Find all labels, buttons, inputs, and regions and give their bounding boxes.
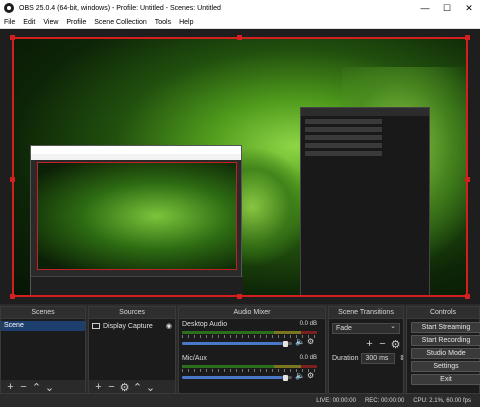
title-bar: OBS 25.0.4 (64-bit, windows) - Profile: … [0, 0, 480, 16]
transitions-body: Fade + − ⚙ Duration 300 ms ⇕ [329, 319, 405, 394]
monitor-icon [92, 323, 100, 329]
resize-handle[interactable] [237, 35, 242, 40]
scene-item[interactable]: Scene [1, 321, 85, 331]
transitions-title: Scene Transitions [329, 307, 403, 319]
visibility-eye-icon[interactable]: ◉ [166, 322, 172, 330]
window-title: OBS 25.0.4 (64-bit, windows) - Profile: … [19, 4, 221, 12]
resize-handle[interactable] [10, 177, 15, 182]
preview-canvas[interactable] [12, 37, 468, 297]
menu-file[interactable]: File [0, 19, 19, 26]
maximize-button[interactable]: ☐ [436, 0, 458, 16]
rec-timer: REC: 00:00:00 [364, 397, 405, 404]
channel-db: 0.0 dB [299, 321, 317, 327]
explorer-row [305, 135, 382, 140]
scenes-toolbar: + − ⌃ ⌄ [1, 380, 85, 394]
obs-logo-icon [4, 3, 14, 13]
mixer-title: Audio Mixer [179, 307, 325, 319]
resize-handle[interactable] [465, 177, 470, 182]
add-transition-button[interactable]: + [363, 338, 376, 350]
scenes-list: Scene [1, 319, 85, 380]
sources-toolbar: + − ⚙ ⌃ ⌄ [89, 380, 175, 394]
mixer-channel-desktop-audio: Desktop Audio 0.0 dB 🔈 ⚙ [179, 319, 325, 353]
volume-slider-knob[interactable] [283, 341, 288, 347]
resize-handle[interactable] [237, 294, 242, 299]
transition-buttons: + − ⚙ [363, 338, 402, 351]
remove-source-button[interactable]: − [105, 381, 118, 393]
move-down-icon[interactable]: ⌄ [43, 381, 56, 394]
dock-area: Scenes Scene + − ⌃ ⌄ Sources Display Cap… [0, 304, 480, 407]
explorer-title-bar [301, 108, 429, 116]
scene-transitions-dock: Scene Transitions Fade + − ⚙ Duration 30… [328, 306, 405, 395]
volume-slider-fill[interactable] [182, 376, 282, 379]
close-button[interactable]: ✕ [458, 0, 480, 16]
menu-scene-collection[interactable]: Scene Collection [90, 19, 151, 26]
volume-slider-knob[interactable] [283, 375, 288, 381]
remove-transition-button[interactable]: − [376, 338, 389, 350]
duration-label: Duration [332, 354, 359, 362]
menu-tools[interactable]: Tools [151, 19, 175, 26]
volume-meter [182, 331, 317, 334]
duration-input[interactable]: 300 ms [361, 352, 396, 364]
menu-edit[interactable]: Edit [19, 19, 39, 26]
add-source-button[interactable]: + [92, 381, 105, 393]
start-recording-button[interactable]: Start Recording [411, 335, 480, 346]
explorer-row [305, 127, 382, 132]
menu-bar: File Edit View Profile Scene Collection … [0, 16, 480, 29]
nested-preview [37, 162, 237, 270]
start-streaming-button[interactable]: Start Streaming [411, 322, 480, 333]
sources-dock: Sources Display Capture ◉ + − ⚙ ⌃ ⌄ [88, 306, 176, 395]
transition-select[interactable]: Fade [332, 322, 400, 334]
nested-docks [31, 276, 243, 297]
cpu-fps: CPU: 2.1%, 60.00 fps [413, 397, 471, 404]
controls-dock: Controls Start Streaming Start Recording… [406, 306, 480, 395]
channel-gear-icon[interactable]: ⚙ [307, 337, 314, 346]
move-up-icon[interactable]: ⌃ [131, 381, 144, 394]
duration-row: Duration 300 ms ⇕ [332, 352, 408, 364]
scenes-title: Scenes [1, 307, 85, 319]
resize-handle[interactable] [465, 35, 470, 40]
status-bar: LIVE: 00:00:00 REC: 00:00:00 CPU: 2.1%, … [0, 393, 480, 407]
add-scene-button[interactable]: + [4, 381, 17, 393]
mixer-channel-mic-aux: Mic/Aux 0.0 dB 🔈 ⚙ [179, 353, 325, 387]
settings-button[interactable]: Settings [411, 361, 480, 372]
speaker-icon[interactable]: 🔈 [295, 337, 305, 346]
scenes-dock: Scenes Scene + − ⌃ ⌄ [0, 306, 86, 395]
live-timer: LIVE: 00:00:00 [316, 397, 356, 404]
minimize-button[interactable]: — [414, 0, 436, 16]
source-item[interactable]: Display Capture ◉ [89, 321, 175, 331]
sources-list: Display Capture ◉ [89, 319, 175, 380]
explorer-row [305, 143, 382, 148]
source-properties-gear-icon[interactable]: ⚙ [118, 381, 131, 394]
source-name: Display Capture [103, 322, 153, 330]
nested-menu-bar [31, 154, 241, 160]
volume-meter [182, 365, 317, 368]
volume-slider-fill[interactable] [182, 342, 282, 345]
menu-view[interactable]: View [39, 19, 62, 26]
nested-title-bar [31, 146, 241, 154]
menu-profile[interactable]: Profile [62, 19, 90, 26]
studio-mode-button[interactable]: Studio Mode [411, 348, 480, 359]
sources-title: Sources [89, 307, 175, 319]
move-up-icon[interactable]: ⌃ [30, 381, 43, 394]
speaker-icon[interactable]: 🔈 [295, 371, 305, 380]
resize-handle[interactable] [10, 35, 15, 40]
channel-db: 0.0 dB [299, 355, 317, 361]
transition-gear-icon[interactable]: ⚙ [389, 338, 402, 351]
captured-explorer-window [300, 107, 430, 297]
channel-gear-icon[interactable]: ⚙ [307, 371, 314, 380]
exit-button[interactable]: Exit [411, 374, 480, 385]
controls-title: Controls [407, 307, 479, 319]
audio-mixer-dock: Audio Mixer Desktop Audio 0.0 dB 🔈 ⚙ Mic… [178, 306, 326, 395]
nested-obs-window [30, 145, 243, 297]
remove-scene-button[interactable]: − [17, 381, 30, 393]
menu-help[interactable]: Help [175, 19, 197, 26]
resize-handle[interactable] [465, 294, 470, 299]
explorer-row [305, 119, 382, 124]
mixer-channels: Desktop Audio 0.0 dB 🔈 ⚙ Mic/Aux 0.0 dB … [179, 319, 325, 394]
controls-body: Start Streaming Start Recording Studio M… [407, 319, 480, 394]
explorer-row [305, 151, 382, 156]
move-down-icon[interactable]: ⌄ [144, 381, 157, 394]
resize-handle[interactable] [10, 294, 15, 299]
